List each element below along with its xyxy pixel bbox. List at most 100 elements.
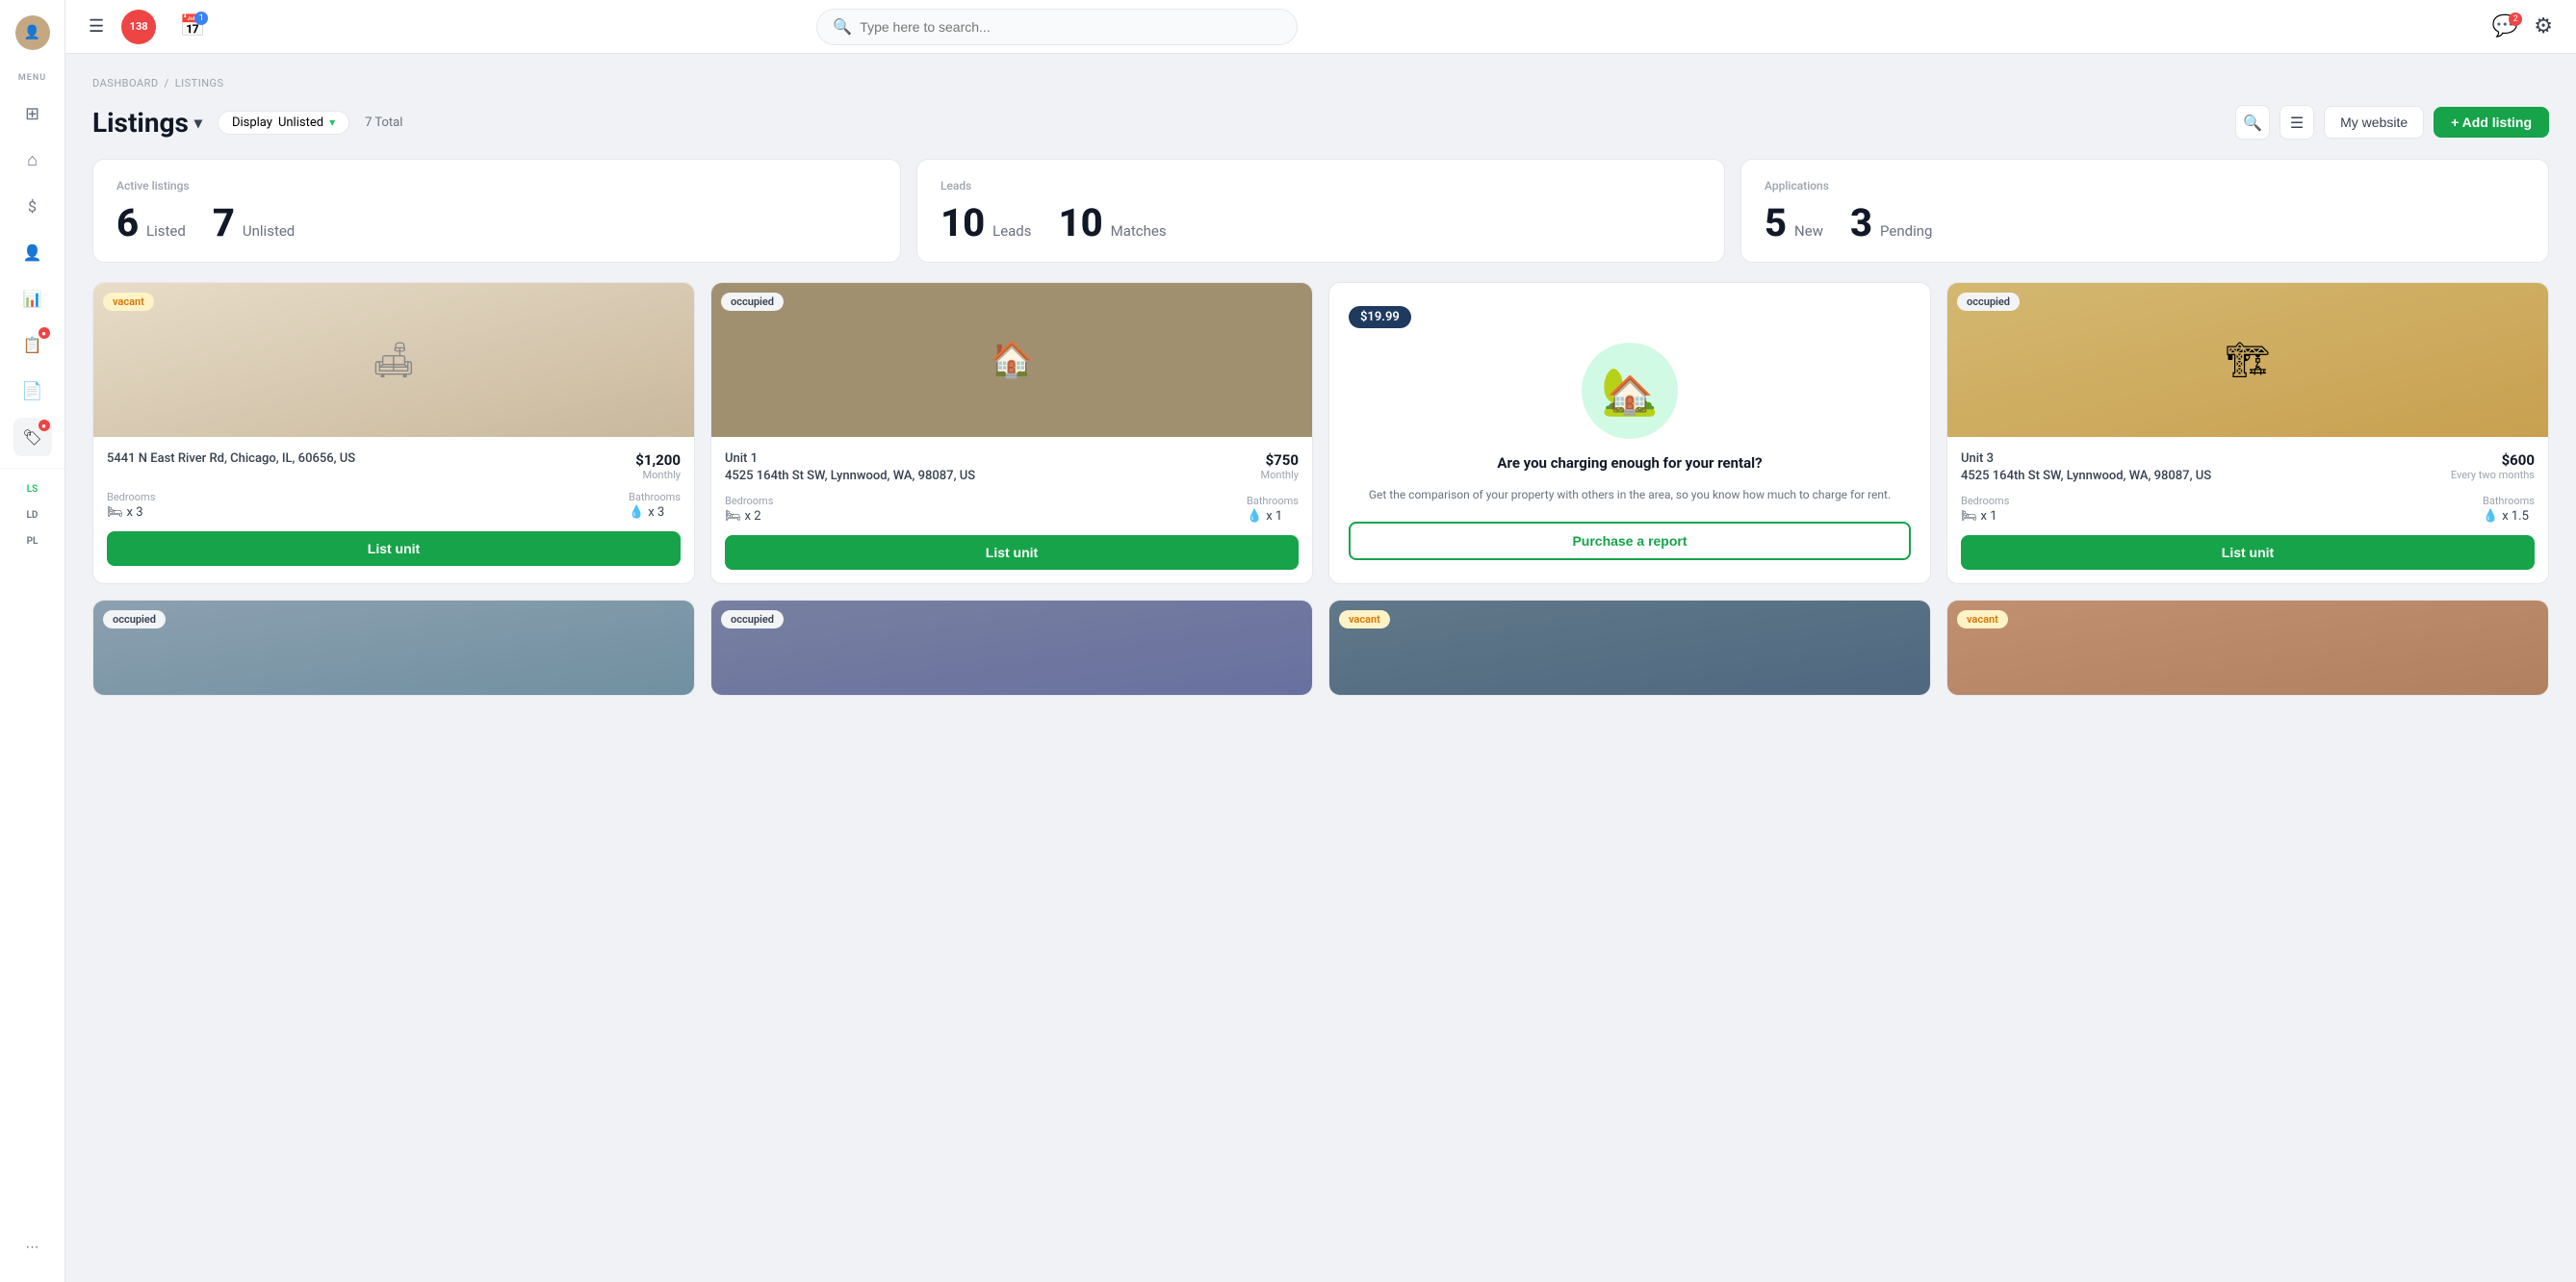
shortcut-pl[interactable]: PL (27, 532, 39, 551)
display-filter[interactable]: Display Unlisted ▾ (218, 111, 349, 135)
settings-button[interactable]: ⚙ (2534, 14, 2553, 38)
breadcrumb-dashboard[interactable]: DASHBOARD (92, 77, 159, 90)
sidebar-item-finance[interactable]: $ (13, 187, 52, 225)
bedrooms-label-4: Bedrooms (1961, 495, 2009, 507)
promo-card: $19.99 🏡 Are you charging enough for you… (1328, 282, 1931, 584)
listing-address-2: Unit 1 4525 164th St SW, Lynnwood, WA, 9… (725, 450, 975, 485)
breadcrumb: DASHBOARD / LISTINGS (92, 77, 2549, 90)
topbar-right: 💬 2 ⚙ (2492, 14, 2553, 38)
bottom-preview-row: occupied occupied vacant vacant (92, 600, 2549, 696)
alert-button[interactable]: 138 (119, 8, 158, 46)
chat-button[interactable]: 💬 2 (2492, 14, 2518, 38)
bathrooms-group-2: Bathrooms 💧 x 1 (1247, 495, 1299, 524)
calendar-button[interactable]: 📅 1 (173, 8, 212, 46)
sidebar-item-home[interactable]: ⌂ (13, 141, 52, 179)
menu-label: MENU (18, 73, 46, 83)
leads-count: 10 (940, 200, 985, 245)
purchase-report-button[interactable]: Purchase a report (1349, 522, 1911, 560)
shortcut-ls[interactable]: LS (27, 480, 39, 499)
bathrooms-label-2: Bathrooms (1247, 495, 1299, 507)
search-bar[interactable]: 🔍 (816, 9, 1298, 45)
bottom-card-3: vacant (1328, 600, 1931, 696)
listed-label: Listed (146, 222, 186, 240)
bathrooms-group-1: Bathrooms 💧 x 3 (629, 491, 681, 520)
listing-image-2: 🏠 occupied (711, 283, 1312, 437)
search-toggle-button[interactable]: 🔍 (2235, 105, 2270, 140)
listing-price-amount-1: $1,200 (635, 451, 681, 469)
leads-title: Leads (940, 179, 1701, 192)
content: DASHBOARD / LISTINGS Listings ▾ Display … (65, 54, 2576, 1282)
main-area: ☰ 138 📅 1 🔍 💬 2 ⚙ DASHBOARD / LISTINGS (65, 0, 2576, 1282)
listing-badge-2: occupied (721, 293, 784, 311)
bedrooms-value-4: 🛏 x 1 (1961, 509, 2009, 524)
leads-stat: 10 Leads (940, 204, 1032, 243)
page-title: Listings ▾ (92, 107, 202, 139)
page-header-left: Listings ▾ Display Unlisted ▾ 7 Total (92, 107, 402, 139)
listing-address-4: Unit 3 4525 164th St SW, Lynnwood, WA, 9… (1961, 450, 2211, 485)
hamburger-icon[interactable]: ☰ (89, 16, 104, 37)
bathrooms-value-4: 💧 x 1.5 (2483, 509, 2535, 524)
listing-body-1: 5441 N East River Rd, Chicago, IL, 60656… (93, 437, 694, 579)
sidebar-item-documents[interactable]: 📄 (13, 372, 52, 410)
bottom-card-2: occupied (710, 600, 1313, 696)
listed-count: 6 (116, 200, 139, 245)
sidebar-item-listings[interactable]: 🏷 ● (13, 418, 52, 456)
topbar: ☰ 138 📅 1 🔍 💬 2 ⚙ (65, 0, 2576, 54)
listing-price-period-4: Every two months (2451, 469, 2535, 481)
sidebar-item-alert[interactable]: 📋 ● (13, 325, 52, 364)
bedrooms-value-2: 🛏 x 2 (725, 509, 773, 524)
page-title-text: Listings (92, 107, 189, 139)
listing-badge-1: vacant (103, 293, 154, 311)
bottom-badge-4: vacant (1957, 610, 2008, 628)
sidebar-item-analytics[interactable]: 📊 (13, 279, 52, 318)
applications-title: Applications (1765, 179, 2525, 192)
display-filter-chevron: ▾ (329, 115, 335, 129)
bottom-badge-2: occupied (721, 610, 784, 628)
listing-price-1: $1,200 Monthly (635, 450, 681, 481)
listing-card-2: 🏠 occupied Unit 1 4525 164th St SW, Lynn… (710, 282, 1313, 584)
sidebar-item-users[interactable]: 👤 (13, 233, 52, 271)
sidebar-badge: ● (39, 327, 50, 339)
sidebar-item-dashboard[interactable]: ⊞ (13, 94, 52, 133)
listing-address-1: 5441 N East River Rd, Chicago, IL, 60656… (107, 450, 355, 468)
listing-card-1: ➜ 🛋 vacant 5441 N East River Rd, Chicago… (92, 282, 695, 584)
my-website-button[interactable]: My website (2324, 106, 2424, 139)
new-stat: 5 New (1765, 204, 1823, 243)
list-view-button[interactable]: ☰ (2280, 105, 2314, 140)
promo-title: Are you charging enough for your rental? (1497, 454, 1762, 474)
list-unit-button-4[interactable]: List unit (1961, 535, 2535, 570)
listing-card-4: 🏗 occupied Unit 3 4525 164th St SW, Lynn… (1946, 282, 2549, 584)
avatar[interactable]: 👤 (15, 15, 50, 50)
leads-label: Leads (992, 222, 1031, 240)
bedrooms-group-2: Bedrooms 🛏 x 2 (725, 495, 773, 524)
search-icon: 🔍 (833, 17, 852, 36)
leads-values: 10 Leads 10 Matches (940, 204, 1701, 243)
display-value: Unlisted (278, 115, 323, 130)
listing-price-2: $750 Monthly (1261, 450, 1300, 481)
bathrooms-value-1: 💧 x 3 (629, 505, 681, 520)
search-input[interactable] (860, 19, 1281, 35)
bedrooms-label-2: Bedrooms (725, 495, 773, 507)
list-unit-button-2[interactable]: List unit (725, 535, 1299, 570)
applications-values: 5 New 3 Pending (1765, 204, 2525, 243)
add-listing-button[interactable]: + Add listing (2434, 107, 2549, 138)
sidebar-item-more[interactable]: ⋯ (13, 1228, 52, 1267)
listing-price-amount-4: $600 (2502, 451, 2535, 469)
list-unit-button-1[interactable]: List unit (107, 531, 681, 566)
applications-card: Applications 5 New 3 Pending (1740, 159, 2549, 263)
bathrooms-label-1: Bathrooms (629, 491, 681, 503)
breadcrumb-separator: / (165, 77, 169, 90)
pending-count: 3 (1850, 200, 1872, 245)
bottom-card-1: occupied (92, 600, 695, 696)
unlisted-stat: 7 Unlisted (213, 204, 295, 243)
total-badge: 7 Total (365, 115, 402, 130)
shortcut-ld[interactable]: LD (27, 506, 39, 525)
page-title-chevron[interactable]: ▾ (194, 114, 202, 132)
active-listings-card: Active listings 6 Listed 7 Unlisted (92, 159, 901, 263)
listing-body-4: Unit 3 4525 164th St SW, Lynnwood, WA, 9… (1947, 437, 2548, 583)
listing-price-4: $600 Every two months (2451, 450, 2535, 481)
matches-label: Matches (1111, 222, 1167, 240)
matches-count: 10 (1059, 200, 1103, 245)
listings-grid: ➜ 🛋 vacant 5441 N East River Rd, Chicago… (92, 282, 2549, 584)
bathrooms-value-2: 💧 x 1 (1247, 509, 1299, 524)
